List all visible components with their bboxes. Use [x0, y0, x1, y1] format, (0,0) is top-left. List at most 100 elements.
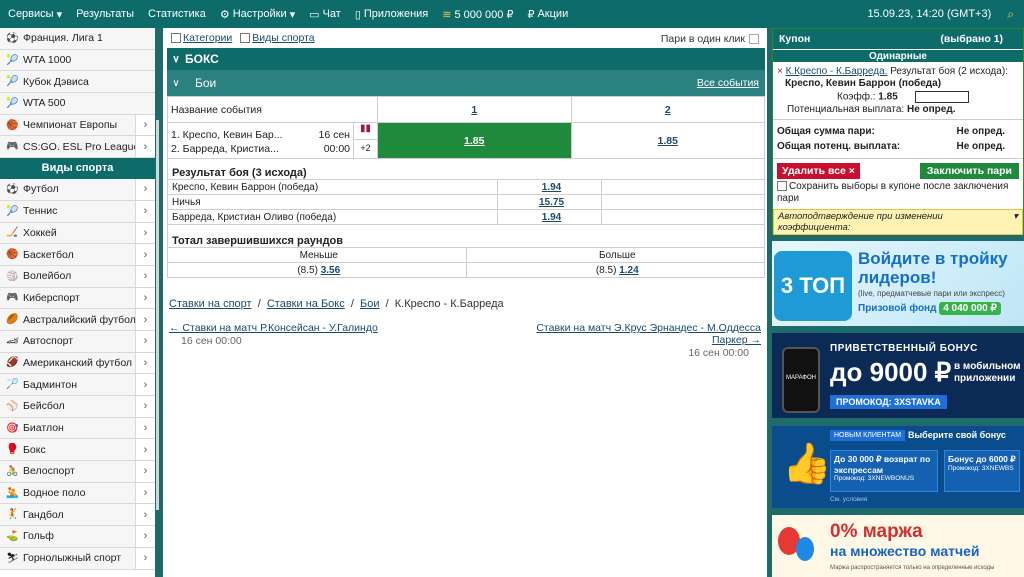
event-cell[interactable]: 1. Креспо, Кевин Бар... 2. Барреда, Крис… [167, 122, 378, 159]
promo-top3-banner[interactable]: 3 ТОП Войдите в тройку лидеров! (live, пр… [772, 241, 1024, 326]
odd-link[interactable]: 1.94 [542, 212, 561, 223]
sidebar-sport-boxing[interactable]: 🥊 Бокс › [0, 439, 155, 462]
menu-chat[interactable]: ▭ Чат [309, 8, 341, 21]
auto-confirm-select[interactable]: Автоподтверждение при изменении коэффици… [773, 209, 1023, 235]
over-odd[interactable]: 1.24 [619, 265, 638, 276]
sidebar-sport-american-football[interactable]: 🏈 Американский футбол › [0, 352, 155, 375]
menu-jackpot[interactable]: ≋ 5 000 000 ₽ [442, 8, 513, 21]
next-event-link[interactable]: Ставки на матч Э.Крус Эрнандес - М.Оддес… [536, 322, 761, 346]
coupon-match-link[interactable]: К.Креспо - К.Барреда. [786, 66, 888, 77]
sidebar-sport-biathlon[interactable]: 🎯 Биатлон › [0, 417, 155, 440]
one-click-toggle[interactable]: Пари в один клик [661, 33, 761, 45]
coupon-header[interactable]: Купон (выбрано 1) [773, 29, 1023, 49]
sidebar-sport-basketball[interactable]: 🏀 Баскетбол › [0, 244, 155, 266]
chevron-right-icon[interactable]: › [135, 461, 155, 482]
checkbox[interactable] [749, 34, 759, 44]
search-icon[interactable]: ⌕ [1007, 7, 1014, 22]
sidebar-item-davis-cup[interactable]: 🎾 Кубок Дэвиса [0, 71, 155, 94]
more-markets-button[interactable]: +2 [354, 140, 377, 157]
under-cell[interactable]: (8.5) 3.56 [167, 262, 467, 278]
chevron-right-icon[interactable]: › [135, 200, 155, 222]
promo-margin-banner[interactable]: 0% маржа на множество матчей Маржа распр… [772, 515, 1024, 577]
chevron-right-icon[interactable]: › [135, 482, 155, 504]
prev-event-link[interactable]: ← Ставки на матч Р.Консейсан - У.Галиндо [169, 322, 378, 334]
menu-services[interactable]: Сервисы ▾ [8, 8, 62, 21]
chevron-right-icon[interactable]: › [135, 417, 155, 439]
bonus-option-b[interactable]: Бонус до 6000 ₽ Промокод: 3XNEWBS [944, 450, 1020, 492]
breadcrumb-link[interactable]: Ставки на спорт [169, 298, 252, 310]
checkbox[interactable] [240, 33, 251, 44]
chevron-right-icon[interactable]: › [135, 114, 155, 136]
chevron-right-icon[interactable]: › [135, 330, 155, 352]
col-2-link[interactable]: 2 [665, 104, 671, 116]
checkbox[interactable] [171, 33, 181, 44]
sidebar-item-euro-championship[interactable]: 🏀 Чемпионат Европы › [0, 114, 155, 137]
under-odd[interactable]: 3.56 [321, 265, 340, 276]
save-choices[interactable]: Сохранить выборы в купоне после заключен… [773, 179, 1023, 207]
odd-2-button[interactable]: 1.85 [570, 122, 765, 159]
chevron-right-icon[interactable]: › [135, 352, 155, 374]
chevron-right-icon[interactable]: › [135, 396, 155, 417]
sidebar-scrollbar[interactable] [155, 28, 160, 577]
scrollbar-thumb[interactable] [156, 120, 159, 510]
sidebar-sport-handball[interactable]: 🤾 Гандбол › [0, 504, 155, 527]
sidebar-item-csgo[interactable]: 🎮 CS:GO. ESL Pro League › [0, 136, 155, 159]
sports-filter[interactable]: Виды спорта [240, 32, 315, 44]
sidebar-sport-tennis[interactable]: 🎾 Теннис › [0, 200, 155, 223]
chevron-right-icon[interactable]: › [135, 439, 155, 461]
participant-1[interactable]: 1. Креспо, Кевин Бар... [171, 128, 283, 142]
sidebar-item-wta1000[interactable]: 🎾 WTA 1000 [0, 49, 155, 72]
col-1-link[interactable]: 1 [471, 104, 477, 116]
sidebar-sport-hockey[interactable]: 🏒 Хоккей › [0, 222, 155, 245]
sidebar-sport-football[interactable]: ⚽ Футбол › [0, 179, 155, 201]
chevron-right-icon[interactable]: › [135, 287, 155, 309]
breadcrumb-link[interactable]: Бои [360, 298, 379, 310]
promo3-terms[interactable]: См. условия [830, 496, 867, 503]
chevron-right-icon[interactable]: › [135, 265, 155, 287]
place-bet-button[interactable]: Заключить пари [919, 163, 1019, 179]
chevron-right-icon[interactable]: › [135, 504, 155, 526]
odd-link[interactable]: 1.94 [542, 182, 561, 193]
chevron-right-icon[interactable]: › [135, 179, 155, 200]
categories-filter[interactable]: Категории [171, 32, 232, 44]
outcome-odd[interactable]: 15.75 [497, 194, 602, 210]
chevron-down-icon[interactable]: ∨ [167, 78, 185, 89]
sidebar-sport-skiing[interactable]: ⛷ Горнолыжный спорт › [0, 547, 155, 570]
odd-1-button[interactable]: 1.85 [377, 122, 572, 159]
chevron-right-icon[interactable]: › [135, 547, 155, 569]
menu-settings[interactable]: ⚙ Настройки ▾ [220, 8, 295, 21]
all-events-link[interactable]: Все события [697, 77, 759, 89]
sidebar-item-wta500[interactable]: 🎾 WTA 500 [0, 93, 155, 115]
stats-icon[interactable]: ▮▮ [354, 123, 377, 140]
sidebar-sport-badminton[interactable]: 🏸 Бадминтон › [0, 374, 155, 396]
delete-all-button[interactable]: Удалить все × [777, 163, 860, 179]
event-row[interactable]: 1. Креспо, Кевин Бар... 2. Барреда, Крис… [167, 122, 765, 159]
chevron-right-icon[interactable]: › [135, 526, 155, 547]
over-cell[interactable]: (8.5) 1.24 [465, 262, 765, 278]
sidebar-sport-baseball[interactable]: ⚾ Бейсбол › [0, 396, 155, 418]
promo-bonus-banner[interactable]: 👍 НОВЫМ КЛИЕНТАМ Выберите свой бонус До … [772, 426, 1024, 508]
prev-event[interactable]: ← Ставки на матч Р.Консейсан - У.Галиндо… [169, 322, 378, 347]
chevron-right-icon[interactable]: › [135, 309, 155, 330]
chevron-right-icon[interactable]: › [135, 244, 155, 265]
next-event[interactable]: Ставки на матч Э.Крус Эрнандес - М.Оддес… [521, 322, 761, 359]
odd-link[interactable]: 15.75 [539, 197, 564, 208]
bonus-option-a[interactable]: До 30 000 ₽ возврат по экспрессам Промоко… [830, 450, 938, 492]
categories-link[interactable]: Категории [183, 32, 232, 44]
sidebar-item-france-ligue1[interactable]: ⚽ Франция. Лига 1 [0, 28, 155, 50]
sport-header[interactable]: ∨ БОКС [167, 48, 765, 70]
chevron-right-icon[interactable]: › [135, 222, 155, 244]
menu-results[interactable]: Результаты [76, 8, 134, 20]
remove-selection-icon[interactable]: × [777, 66, 783, 77]
sidebar-sport-cycling[interactable]: 🚴 Велоспорт › [0, 461, 155, 483]
sidebar-sport-aussie-rules[interactable]: 🏉 Австралийский футбол › [0, 309, 155, 331]
chevron-right-icon[interactable]: › [135, 136, 155, 158]
menu-promotions[interactable]: ₽ Акции [527, 8, 568, 21]
outcome-odd[interactable]: 1.94 [497, 209, 602, 225]
coupon-type[interactable]: Одинарные [773, 49, 1023, 62]
menu-statistics[interactable]: Статистика [148, 8, 206, 20]
league-header[interactable]: ∨ Бои Все события [167, 70, 765, 96]
chevron-right-icon[interactable]: › [135, 374, 155, 395]
odd-1-value[interactable]: 1.85 [464, 135, 484, 147]
odd-2-value[interactable]: 1.85 [658, 135, 678, 147]
